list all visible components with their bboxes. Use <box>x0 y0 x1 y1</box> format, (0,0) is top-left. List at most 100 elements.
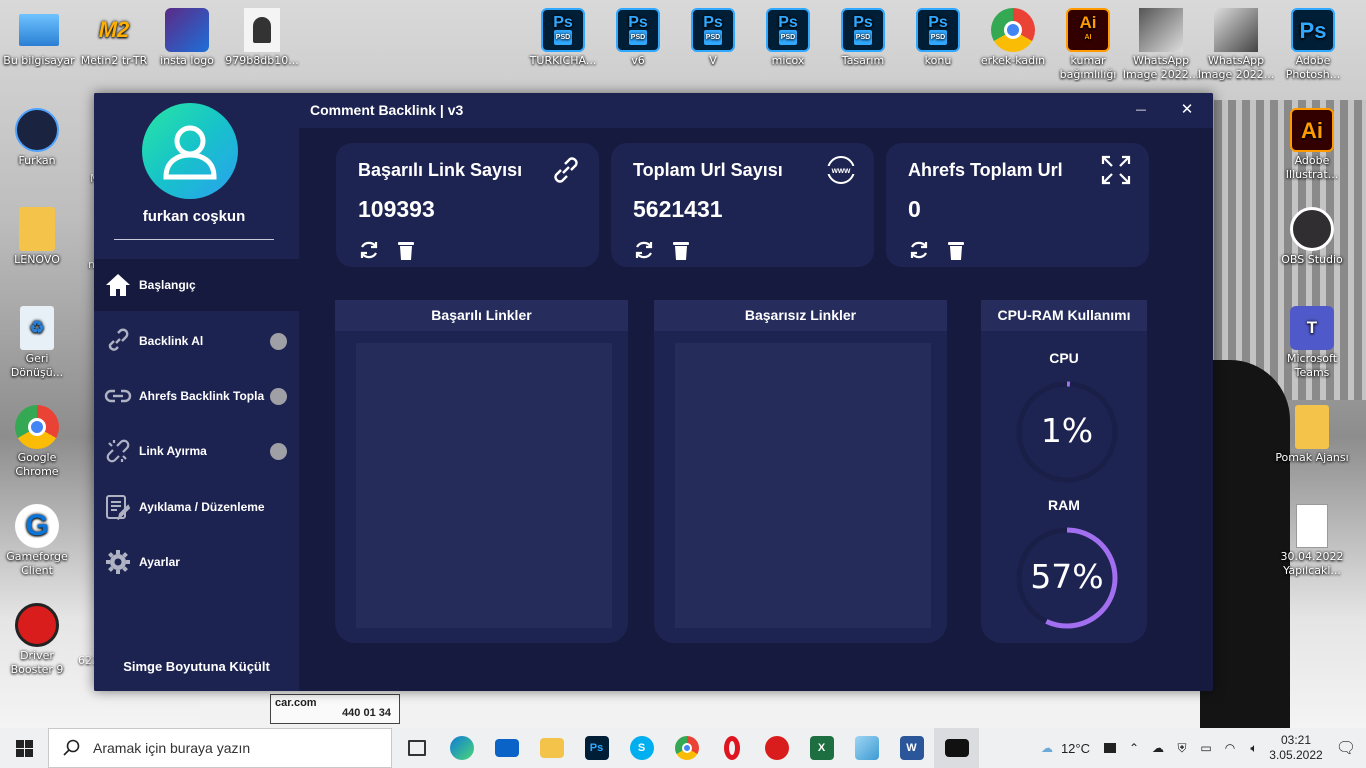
stat-card-toplam-url: Toplam Url Sayısı 5621431 www <box>611 143 874 267</box>
ai-icon: Ai AI <box>1066 8 1110 52</box>
window-title: Comment Backlink | v3 <box>310 102 464 118</box>
avatar[interactable] <box>142 103 238 199</box>
psd-icon: Ps PSD <box>841 8 885 52</box>
computer-icon <box>19 14 59 46</box>
home-icon <box>104 271 132 299</box>
stat-title: Toplam Url Sayısı <box>633 160 783 180</box>
stat-title: Başarılı Link Sayısı <box>358 160 523 180</box>
nav-item-baslangic[interactable]: Başlangıç <box>94 259 299 311</box>
icon-label: 30.04.2022 Yapılcakl... <box>1280 550 1344 577</box>
desktop-icon-whatsapp-1[interactable]: WhatsApp Image 2022... <box>1122 8 1200 82</box>
desktop-icon-979b8db[interactable]: 979b8db10... <box>223 8 301 68</box>
user-divider <box>114 239 274 240</box>
desktop-icon-whatsapp-2[interactable]: WhatsApp Image 2022... <box>1197 8 1275 82</box>
security-icon[interactable]: ⛨ <box>1170 728 1194 768</box>
nav-item-ayiklama-duzenleme[interactable]: Ayıklama / Düzenleme <box>94 481 299 533</box>
camera-icon <box>15 108 59 152</box>
icon-label: 979b8db10... <box>225 54 299 67</box>
desktop-icon-obs[interactable]: OBS Studio <box>1273 207 1351 267</box>
desktop-icon-insta-logo[interactable]: insta logo <box>148 8 226 68</box>
desktop-icon-gameforge[interactable]: G Gameforge Client <box>0 504 76 578</box>
taskbar-notepad[interactable] <box>844 728 889 768</box>
nav-item-backlink-al[interactable]: Backlink Al <box>94 315 299 367</box>
volume-icon[interactable]: 🔈︎ <box>1242 728 1266 768</box>
desktop-icon-tasarim[interactable]: Ps PSD Tasarım <box>824 8 902 68</box>
desktop-icon-metin2[interactable]: M2 Metin2 tr-TR <box>75 8 153 68</box>
taskbar-word[interactable]: W <box>889 728 934 768</box>
start-button[interactable] <box>0 728 48 768</box>
windows-icon <box>15 739 33 757</box>
desktop-icon-v[interactable]: Ps PSD V <box>674 8 752 68</box>
psd-icon: Ps PSD <box>616 8 660 52</box>
nav-item-ayarlar[interactable]: Ayarlar <box>94 536 299 588</box>
refresh-icon[interactable] <box>908 239 930 261</box>
stat-title: Ahrefs Toplam Url <box>908 160 1063 180</box>
nav-item-ahrefs-backlink-topla[interactable]: Ahrefs Backlink Topla <box>94 370 299 422</box>
desktop-icon-v6[interactable]: Ps PSD v6 <box>599 8 677 68</box>
psd-icon: Ps PSD <box>541 8 585 52</box>
chain-link-icon <box>104 382 132 410</box>
trash-icon[interactable] <box>670 239 692 261</box>
battery-icon[interactable]: ▭ <box>1194 728 1218 768</box>
clock[interactable]: 03:21 3.05.2022 <box>1266 733 1326 763</box>
nav-item-link-ayirma[interactable]: Link Ayırma <box>94 425 299 477</box>
failed-links-panel: Başarısız Linkler <box>654 300 947 643</box>
ram-label: RAM <box>1048 497 1080 513</box>
desktop-icon-photoshop[interactable]: Ps Adobe Photosh... <box>1274 8 1352 82</box>
wifi-icon[interactable]: ◠ <box>1218 728 1242 768</box>
minimize-button[interactable]: — <box>1127 97 1155 121</box>
taskbar-driver-booster[interactable] <box>754 728 799 768</box>
icon-label: konu <box>924 54 952 67</box>
taskbar-file-explorer[interactable] <box>529 728 574 768</box>
desktop-icon-illustrator[interactable]: Ai Adobe Illustrat... <box>1273 108 1351 182</box>
taskbar-mail[interactable] <box>484 728 529 768</box>
nav-label: Ahrefs Backlink Topla <box>139 389 265 403</box>
taskbar-excel[interactable]: X <box>799 728 844 768</box>
desktop-icon-turkicha[interactable]: Ps PSD TURKICHA... <box>524 8 602 68</box>
minimize-to-icon-button[interactable]: Simge Boyutuna Küçült <box>94 659 299 674</box>
icon-label: micox <box>771 54 805 67</box>
desktop-icon-yapilcaklar[interactable]: 30.04.2022 Yapılcakl... <box>1273 504 1351 578</box>
desktop-icon-konu[interactable]: Ps PSD konu <box>899 8 977 68</box>
desktop-icon-teams[interactable]: T Microsoft Teams <box>1273 306 1351 380</box>
stat-card-ahrefs-toplam: Ahrefs Toplam Url 0 <box>886 143 1149 267</box>
app-icon <box>944 739 969 757</box>
trash-icon[interactable] <box>395 239 417 261</box>
taskbar-chrome[interactable] <box>664 728 709 768</box>
failed-links-list[interactable] <box>675 343 931 628</box>
task-view-button[interactable] <box>394 728 439 768</box>
taskbar-edge[interactable] <box>439 728 484 768</box>
desktop-icon-bu-bilgisayar[interactable]: Bu bilgisayar <box>0 8 78 68</box>
desktop-icon-recycle-bin[interactable]: ♻ Geri Dönüşü... <box>0 306 76 380</box>
close-button[interactable]: ✕ <box>1173 97 1201 121</box>
image-icon <box>1139 8 1183 52</box>
tray-app-icon[interactable] <box>1098 728 1122 768</box>
taskbar-app[interactable] <box>934 728 979 768</box>
cpu-gauge: 1% <box>1015 380 1119 484</box>
desktop-icon-pomak[interactable]: Pomak Ajansı <box>1273 405 1351 479</box>
desktop-icon-kumar[interactable]: Ai AI kumar bağımlılığı <box>1049 8 1127 82</box>
desktop-icon-furkan[interactable]: Furkan <box>0 108 76 168</box>
onedrive-icon[interactable]: ☁ <box>1146 728 1170 768</box>
refresh-icon[interactable] <box>633 239 655 261</box>
icon-label: Adobe Illustrat... <box>1285 154 1339 181</box>
notifications-icon[interactable]: 🗨︎ <box>1326 728 1366 768</box>
desktop-icon-erkek-kadin[interactable]: erkek-kadın <box>974 8 1052 68</box>
chevron-up-icon[interactable]: ⌃ <box>1122 728 1146 768</box>
taskbar-skype[interactable]: S <box>619 728 664 768</box>
taskbar-opera[interactable] <box>709 728 754 768</box>
word-icon: W <box>899 736 924 760</box>
desktop-icon-micox[interactable]: Ps PSD micox <box>749 8 827 68</box>
taskbar-search[interactable]: Aramak için buraya yazın <box>48 728 392 768</box>
icon-label: Tasarım <box>841 54 885 67</box>
refresh-icon[interactable] <box>358 239 380 261</box>
successful-links-list[interactable] <box>356 343 612 628</box>
desktop-icon-driver-booster[interactable]: Driver Booster 9 <box>0 603 76 677</box>
notepad-icon <box>854 736 879 760</box>
weather-temp[interactable]: 12°C <box>1061 741 1090 756</box>
weather-icon[interactable]: ☁ <box>1035 728 1059 768</box>
desktop-icon-google-chrome[interactable]: Google Chrome <box>0 405 76 479</box>
desktop-icon-lenovo[interactable]: LENOVO <box>0 207 76 267</box>
taskbar-photoshop[interactable]: Ps <box>574 728 619 768</box>
trash-icon[interactable] <box>945 239 967 261</box>
